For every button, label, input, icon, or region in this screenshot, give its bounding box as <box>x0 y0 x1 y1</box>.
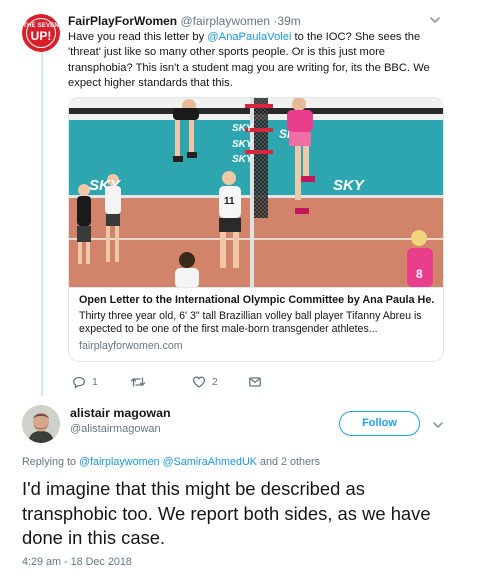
chevron-down-icon[interactable] <box>431 418 445 432</box>
card-description: Thirty three year old, 6' 3" tall Brazil… <box>79 310 422 335</box>
chevron-down-icon[interactable] <box>428 13 442 27</box>
card-image-text: 11 <box>224 196 235 207</box>
tweet-time[interactable]: 39m <box>277 14 300 28</box>
dm-button[interactable] <box>248 374 262 390</box>
tweet-text: I'd imagine that this might be described… <box>22 478 431 548</box>
card-image-text: SKY <box>232 139 254 150</box>
card-image-text: SKY <box>89 177 122 194</box>
parent-tweet[interactable]: THE SEVEN UP! FairPlayForWomen @fairplay… <box>0 0 477 400</box>
reply-button[interactable]: 1 <box>72 374 98 390</box>
card-image: SKY SKY SKY SKY SKY SKY 11 <box>69 98 443 287</box>
handle[interactable]: @alistairmagowan <box>70 423 161 435</box>
display-name[interactable]: FairPlayForWomen <box>68 14 177 28</box>
card-domain: fairplayforwomen.com <box>79 340 183 352</box>
dm-icon <box>249 377 261 387</box>
card-body[interactable]: Open Letter to the International Olympic… <box>69 287 443 361</box>
tweet-text-part: Have you read this letter by <box>68 31 208 43</box>
handle[interactable]: @fairplaywomen <box>180 14 270 28</box>
tweet-text: Have you read this letter by @AnaPaulaVo… <box>68 30 448 91</box>
mention-link[interactable]: @AnaPaulaVolei <box>207 31 291 43</box>
like-icon <box>192 376 206 388</box>
card-image-text: 8 <box>416 267 423 281</box>
display-name[interactable]: alistair magowan <box>70 406 171 420</box>
tweet-header: FairPlayForWomen @fairplaywomen ·39m <box>68 14 301 28</box>
reply-count: 1 <box>92 376 98 388</box>
tweet-actions: 1 2 <box>68 374 288 390</box>
avatar[interactable] <box>22 405 60 443</box>
card-image-text: SKY <box>232 154 254 165</box>
card-title[interactable]: Open Letter to the International Olympic… <box>79 294 435 306</box>
link-card[interactable]: SKY SKY SKY SKY SKY SKY 11 <box>68 97 444 362</box>
follow-button[interactable]: Follow <box>339 411 420 436</box>
replying-suffix[interactable]: and 2 others <box>257 456 320 468</box>
card-image-text: SKY <box>333 177 366 194</box>
tweet-timestamp[interactable]: 4:29 am - 18 Dec 2018 <box>22 556 132 568</box>
card-image-text: SKY <box>232 123 254 134</box>
like-count: 2 <box>212 376 218 388</box>
avatar[interactable]: THE SEVEN UP! <box>22 14 60 52</box>
avatar-logo-big-text: UP! <box>30 29 52 43</box>
like-button[interactable]: 2 <box>192 374 218 390</box>
retweet-button[interactable] <box>130 374 152 390</box>
reply-icon <box>73 376 85 389</box>
mention-link[interactable]: @SamiraAhmedUK <box>163 456 257 468</box>
replying-prefix: Replying to <box>22 456 80 468</box>
retweet-icon <box>130 377 146 387</box>
replying-to: Replying to @fairplaywomen @SamiraAhmedU… <box>22 456 320 468</box>
mention-link[interactable]: @fairplaywomen <box>79 456 160 468</box>
